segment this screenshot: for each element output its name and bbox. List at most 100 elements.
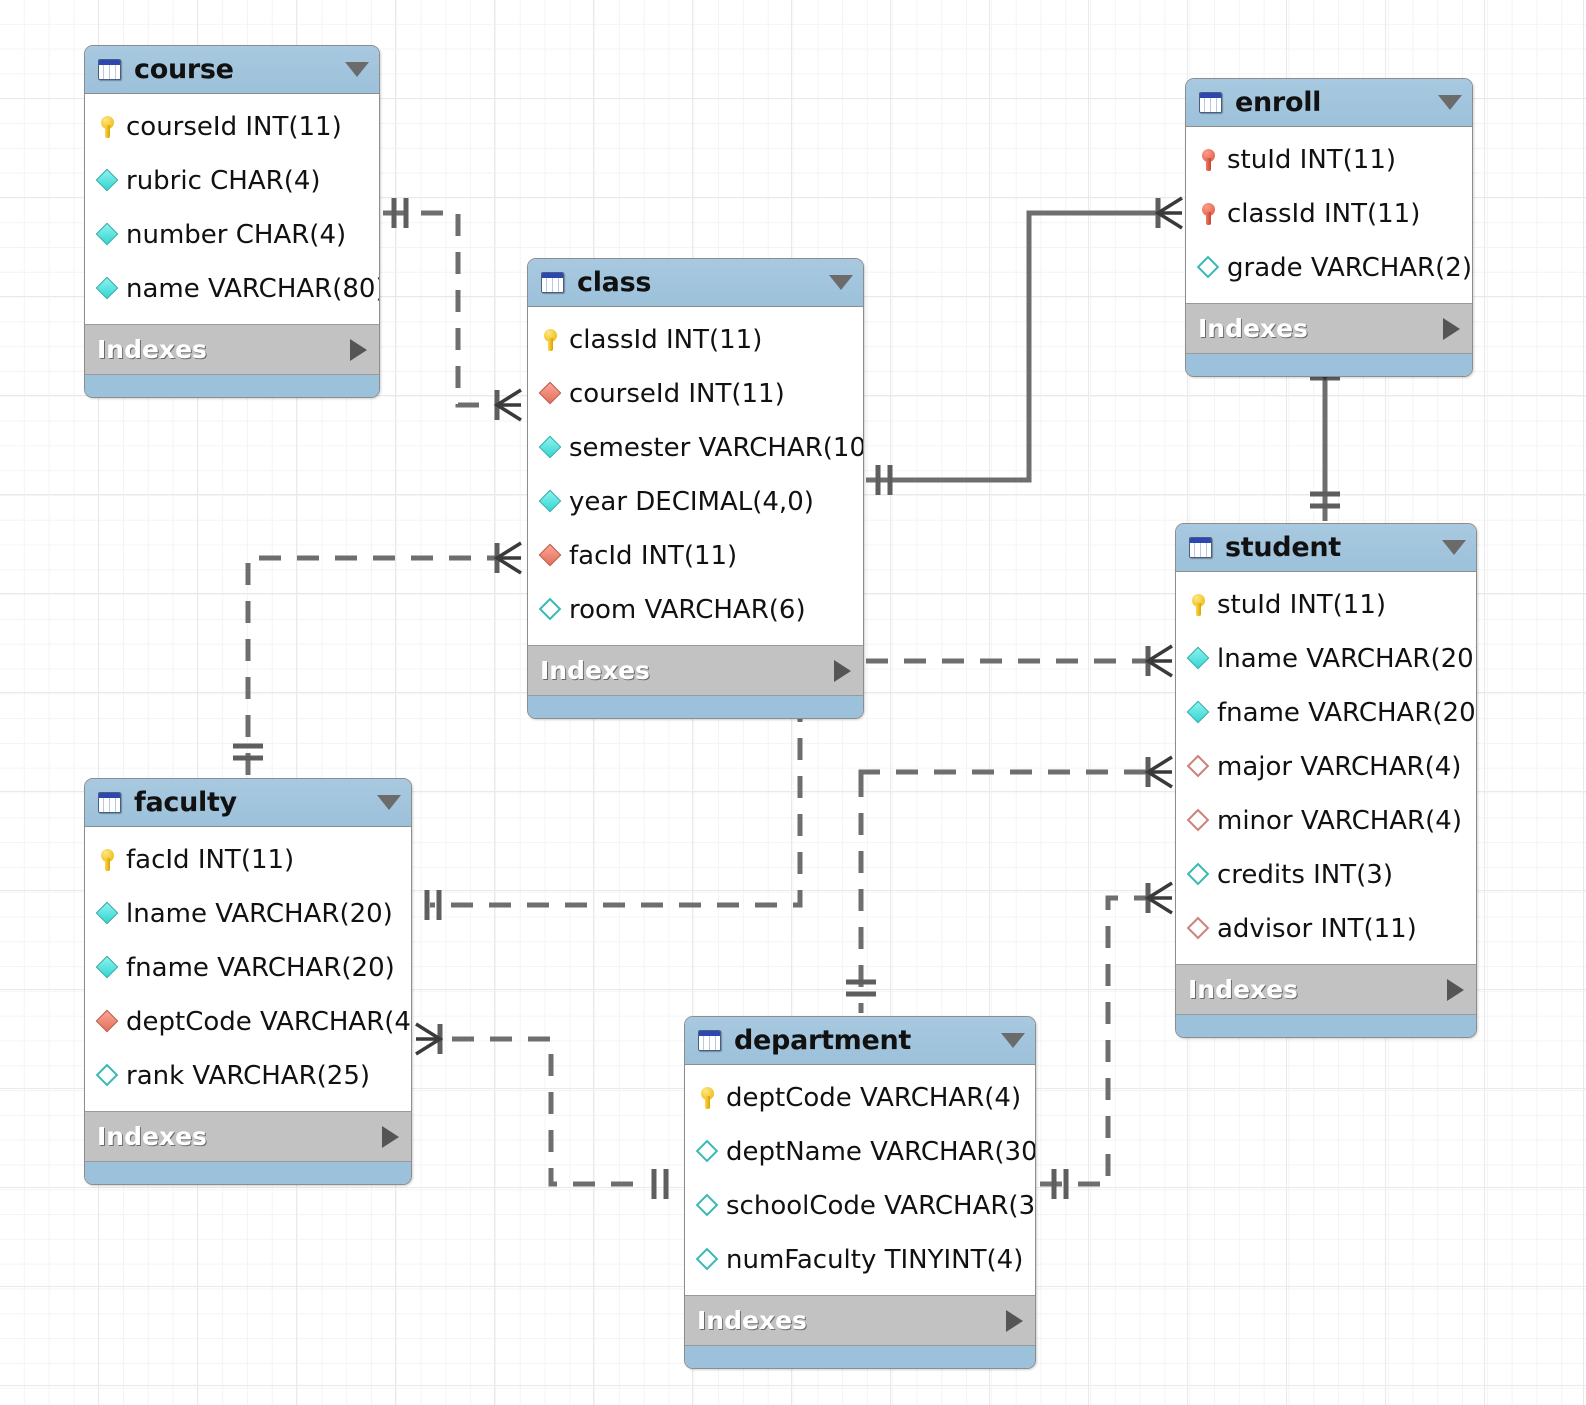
table-row[interactable]: facId INT(11)	[85, 833, 411, 887]
table-row[interactable]: lname VARCHAR(20)	[85, 887, 411, 941]
table-row[interactable]: courseId INT(11)	[85, 100, 379, 154]
table-row[interactable]: fname VARCHAR(20)	[85, 941, 411, 995]
table-row[interactable]: name VARCHAR(80)	[85, 262, 379, 316]
table-row[interactable]: courseId INT(11)	[528, 367, 863, 421]
chevron-right-icon[interactable]	[1443, 317, 1460, 340]
table-header-faculty[interactable]: faculty	[85, 779, 411, 827]
table-node-faculty[interactable]: faculty facId INT(11) lname VARCHAR(20) …	[84, 778, 412, 1185]
chevron-down-icon[interactable]	[377, 795, 401, 810]
table-row[interactable]: stuId INT(11)	[1176, 578, 1476, 632]
chevron-down-icon[interactable]	[1438, 95, 1462, 110]
table-node-enroll[interactable]: enroll stuId INT(11) classId INT(11) gra…	[1185, 78, 1473, 377]
column-label: lname VARCHAR(20)	[126, 899, 393, 929]
indexes-section-class[interactable]: Indexes	[528, 645, 863, 695]
primary-key-icon	[1187, 593, 1211, 617]
table-columns-enroll: stuId INT(11) classId INT(11) grade VARC…	[1186, 127, 1472, 303]
table-node-course[interactable]: course courseId INT(11) rubric CHAR(4) n…	[84, 45, 380, 398]
table-row[interactable]: lname VARCHAR(20)	[1176, 632, 1476, 686]
column-label: numFaculty TINYINT(4)	[726, 1245, 1024, 1275]
table-row[interactable]: number CHAR(4)	[85, 208, 379, 262]
table-row[interactable]: grade VARCHAR(2)	[1186, 241, 1472, 295]
indexes-section-enroll[interactable]: Indexes	[1186, 303, 1472, 353]
chevron-right-icon[interactable]	[834, 659, 851, 682]
table-header-course[interactable]: course	[85, 46, 379, 94]
table-row[interactable]: numFaculty TINYINT(4)	[685, 1233, 1035, 1287]
table-row[interactable]: minor VARCHAR(4)	[1176, 794, 1476, 848]
table-row[interactable]: facId INT(11)	[528, 529, 863, 583]
table-node-student[interactable]: student stuId INT(11) lname VARCHAR(20) …	[1175, 523, 1477, 1038]
table-name: class	[577, 267, 652, 298]
chevron-right-icon[interactable]	[350, 338, 367, 361]
column-label: credits INT(3)	[1217, 860, 1393, 890]
table-row[interactable]: fname VARCHAR(20)	[1176, 686, 1476, 740]
table-row[interactable]: deptCode VARCHAR(4)	[685, 1071, 1035, 1125]
indexes-section-faculty[interactable]: Indexes	[85, 1111, 411, 1161]
column-label: stuId INT(11)	[1227, 145, 1397, 175]
column-nullable-icon	[695, 1193, 720, 1218]
column-notnull-icon	[1186, 646, 1211, 671]
table-row[interactable]: semester VARCHAR(10)	[528, 421, 863, 475]
table-footer	[1186, 353, 1472, 376]
table-row[interactable]: major VARCHAR(4)	[1176, 740, 1476, 794]
column-label: deptCode VARCHAR(4)	[726, 1083, 1022, 1113]
column-label: advisor INT(11)	[1217, 914, 1417, 944]
column-label: grade VARCHAR(2)	[1227, 253, 1472, 283]
indexes-section-course[interactable]: Indexes	[85, 324, 379, 374]
column-nullable-icon	[695, 1247, 720, 1272]
table-row[interactable]: rank VARCHAR(25)	[85, 1049, 411, 1103]
chevron-down-icon[interactable]	[1442, 540, 1466, 555]
table-row[interactable]: deptCode VARCHAR(4)	[85, 995, 411, 1049]
table-header-enroll[interactable]: enroll	[1186, 79, 1472, 127]
column-label: facId INT(11)	[126, 845, 295, 875]
column-nullable-icon	[1196, 255, 1221, 280]
chevron-down-icon[interactable]	[345, 62, 369, 77]
table-footer	[85, 1161, 411, 1184]
column-label: schoolCode VARCHAR(3)	[726, 1191, 1036, 1221]
column-label: major VARCHAR(4)	[1217, 752, 1462, 782]
table-row[interactable]: rubric CHAR(4)	[85, 154, 379, 208]
indexes-label: Indexes	[1198, 314, 1308, 343]
table-footer	[85, 374, 379, 397]
column-label: number CHAR(4)	[126, 220, 347, 250]
table-header-student[interactable]: student	[1176, 524, 1476, 572]
table-name: course	[134, 54, 234, 85]
table-row[interactable]: classId INT(11)	[528, 313, 863, 367]
table-icon	[1198, 91, 1224, 115]
column-label: lname VARCHAR(20)	[1217, 644, 1477, 674]
column-label: minor VARCHAR(4)	[1217, 806, 1462, 836]
table-row[interactable]: room VARCHAR(6)	[528, 583, 863, 637]
indexes-section-student[interactable]: Indexes	[1176, 964, 1476, 1014]
chevron-right-icon[interactable]	[382, 1125, 399, 1148]
table-icon	[697, 1029, 723, 1053]
indexes-label: Indexes	[97, 335, 207, 364]
table-row[interactable]: stuId INT(11)	[1186, 133, 1472, 187]
column-label: rank VARCHAR(25)	[126, 1061, 371, 1091]
table-row[interactable]: deptName VARCHAR(30)	[685, 1125, 1035, 1179]
eer-diagram-canvas[interactable]: course courseId INT(11) rubric CHAR(4) n…	[0, 0, 1586, 1405]
table-header-class[interactable]: class	[528, 259, 863, 307]
table-node-class[interactable]: class classId INT(11) courseId INT(11) s…	[527, 258, 864, 719]
table-row[interactable]: credits INT(3)	[1176, 848, 1476, 902]
column-notnull-icon	[95, 955, 120, 980]
indexes-section-department[interactable]: Indexes	[685, 1295, 1035, 1345]
table-row[interactable]: advisor INT(11)	[1176, 902, 1476, 956]
foreign-primary-key-icon	[1197, 148, 1221, 172]
table-header-department[interactable]: department	[685, 1017, 1035, 1065]
table-row[interactable]: schoolCode VARCHAR(3)	[685, 1179, 1035, 1233]
chevron-right-icon[interactable]	[1447, 978, 1464, 1001]
column-notnull-icon	[538, 489, 563, 514]
primary-key-icon	[539, 328, 563, 352]
table-row[interactable]: year DECIMAL(4,0)	[528, 475, 863, 529]
column-label: semester VARCHAR(10)	[569, 433, 864, 463]
table-node-department[interactable]: department deptCode VARCHAR(4) deptName …	[684, 1016, 1036, 1369]
chevron-down-icon[interactable]	[829, 275, 853, 290]
table-columns-faculty: facId INT(11) lname VARCHAR(20) fname VA…	[85, 827, 411, 1111]
indexes-label: Indexes	[1188, 975, 1298, 1004]
table-icon	[1188, 536, 1214, 560]
column-nullable-icon	[1186, 862, 1211, 887]
table-name: student	[1225, 532, 1341, 563]
table-row[interactable]: classId INT(11)	[1186, 187, 1472, 241]
chevron-down-icon[interactable]	[1001, 1033, 1025, 1048]
chevron-right-icon[interactable]	[1006, 1309, 1023, 1332]
table-footer	[685, 1345, 1035, 1368]
